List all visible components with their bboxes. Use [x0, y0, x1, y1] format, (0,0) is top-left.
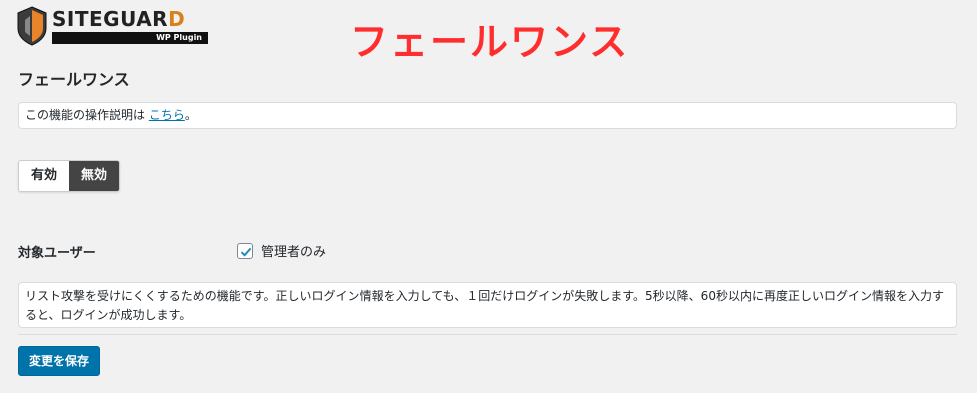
- admin-only-checkbox[interactable]: [237, 242, 253, 259]
- siteguard-logo: SITEGUARD WP Plugin: [16, 6, 211, 48]
- notice-suffix: 。: [184, 108, 197, 122]
- feature-headline: フェールワンス: [350, 20, 630, 64]
- target-users-label: 対象ユーザー: [18, 246, 96, 261]
- help-link[interactable]: こちら: [149, 108, 185, 122]
- admin-only-label: 管理者のみ: [261, 245, 327, 260]
- notice-text: この機能の操作説明は: [25, 108, 149, 122]
- shield-logo-icon: [17, 6, 47, 46]
- divider: [18, 334, 957, 335]
- toggle-disable[interactable]: 無効: [69, 161, 120, 191]
- toggle-enable[interactable]: 有効: [19, 161, 70, 191]
- admin-only-option[interactable]: 管理者のみ: [237, 241, 326, 260]
- help-notice: この機能の操作説明は こちら。: [18, 102, 957, 129]
- logo-brand-text: SITEGUARD: [52, 7, 186, 31]
- checkmark-icon: [240, 247, 252, 257]
- feature-description: リスト攻撃を受けにくくするための機能です。正しいログイン情報を入力しても、１回だ…: [18, 282, 957, 328]
- logo-subtitle: WP Plugin: [52, 32, 208, 44]
- save-button[interactable]: 変更を保存: [18, 346, 101, 376]
- page-title: フェールワンス: [18, 70, 130, 89]
- feature-toggle: 有効 無効: [18, 160, 121, 192]
